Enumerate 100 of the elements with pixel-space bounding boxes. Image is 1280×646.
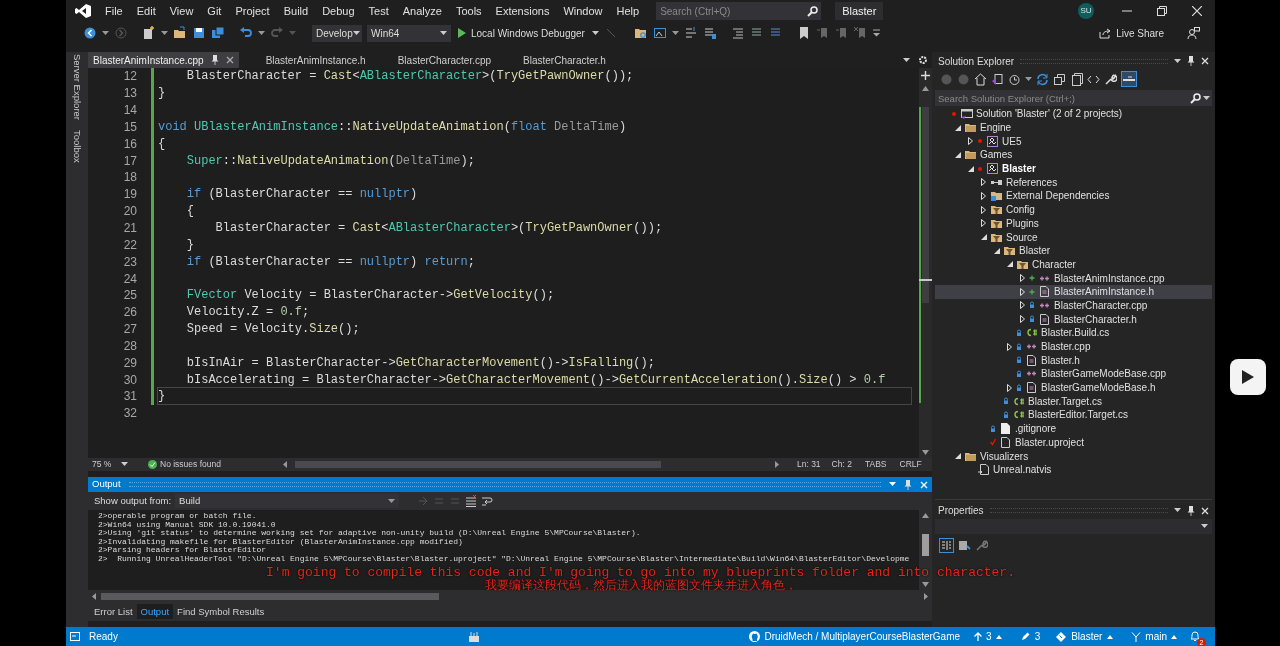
caret-icon[interactable] [1174, 508, 1181, 513]
repository-button[interactable]: DruidMech / MultiplayerCourseBlasterGame [749, 629, 961, 644]
scroll-down-icon[interactable] [922, 582, 929, 587]
indentation-indicator[interactable]: TABS [864, 458, 887, 471]
file-tab[interactable]: BlasterAnimInstance.cpp [88, 52, 239, 68]
collapsed-arrow-icon[interactable] [1007, 383, 1012, 392]
play-video-button[interactable] [1229, 359, 1266, 395]
side-tab[interactable]: Server Explorer [68, 54, 86, 120]
collapse-all-icon[interactable] [1053, 72, 1066, 86]
tree-item[interactable]: BlasterCharacter.h [935, 312, 1212, 326]
tree-item[interactable]: Blaster [935, 243, 1212, 258]
platform-dropdown[interactable]: Win64 [367, 24, 451, 42]
menu-item[interactable]: Project [228, 0, 277, 22]
menu-item[interactable]: Extensions [488, 0, 557, 22]
panel-tab[interactable]: Error List [90, 604, 137, 619]
scroll-left-icon[interactable] [92, 592, 96, 600]
tree-item[interactable]: BlasterGameModeBase.cpp [935, 367, 1212, 381]
changes-button[interactable]: 3 [1020, 629, 1041, 644]
pin-icon[interactable] [1187, 505, 1195, 516]
scroll-thumb[interactable] [922, 534, 929, 556]
clear-all-icon[interactable] [465, 495, 478, 507]
tree-item[interactable]: Blaster.uproject [935, 435, 1212, 450]
menu-item[interactable]: File [98, 0, 130, 22]
tree-item[interactable]: Blaster.Target.cs [935, 394, 1212, 409]
tree-item[interactable]: UE5 [935, 134, 1212, 149]
user-avatar[interactable]: SU [1078, 3, 1094, 19]
step-icon[interactable] [683, 26, 698, 40]
configuration-dropdown[interactable]: Develop [312, 24, 362, 42]
undo-icon[interactable] [239, 26, 253, 40]
project-button[interactable]: Blaster [1056, 629, 1114, 644]
tree-item[interactable]: Blaster.h [935, 353, 1212, 368]
push-button[interactable]: 3 [974, 629, 1002, 644]
build-icon[interactable] [467, 630, 480, 643]
expanded-arrow-icon[interactable] [954, 124, 961, 131]
open-folder-icon[interactable] [173, 26, 187, 40]
split-icon[interactable] [921, 71, 930, 80]
caret-icon[interactable] [352, 30, 360, 36]
home-icon[interactable] [974, 72, 987, 86]
save-all-icon[interactable] [211, 26, 225, 40]
tree-item[interactable]: Blaster.cpp [935, 339, 1212, 354]
caret-icon[interactable] [671, 30, 679, 36]
expanded-arrow-icon[interactable] [954, 453, 961, 460]
tree-item[interactable]: Unreal.natvis [935, 462, 1212, 477]
caret-icon[interactable] [903, 57, 910, 63]
vertical-scrollbar[interactable] [919, 68, 932, 458]
panel-tab[interactable]: Find Symbol Results [173, 604, 269, 619]
tree-item[interactable]: .gitignore [935, 421, 1212, 436]
search-field[interactable]: Search (Ctrl+Q) [656, 2, 804, 20]
caret-icon[interactable] [1025, 76, 1032, 82]
menu-item[interactable]: Git [200, 0, 229, 22]
file-tab[interactable]: BlasterCharacter.h [518, 52, 611, 68]
menu-item[interactable]: Help [609, 0, 647, 22]
overflow-icon[interactable] [872, 29, 880, 37]
tree-item[interactable]: Plugins [935, 216, 1212, 231]
settings-icon[interactable] [1104, 72, 1117, 86]
find-in-files-icon[interactable] [633, 26, 648, 40]
sync-icon[interactable] [1036, 72, 1049, 86]
caret-icon[interactable] [258, 30, 265, 36]
tree-item[interactable]: Config [935, 202, 1212, 217]
output-source-dropdown[interactable]: Build [175, 494, 400, 508]
menu-item[interactable]: Test [361, 0, 396, 22]
tree-item[interactable]: References [935, 175, 1212, 190]
caret-icon[interactable] [1174, 58, 1181, 64]
caret-icon[interactable] [388, 498, 396, 504]
collapsed-arrow-icon[interactable] [1007, 342, 1012, 351]
scroll-up-icon[interactable] [922, 86, 929, 91]
screenshot-icon[interactable] [652, 26, 667, 40]
outdent-icon[interactable] [730, 26, 745, 40]
show-all-files-icon[interactable] [1070, 72, 1083, 86]
back-icon[interactable] [83, 26, 97, 40]
scroll-thumb[interactable] [101, 592, 439, 600]
tree-item[interactable]: Engine [935, 120, 1212, 135]
scroll-down-icon[interactable] [922, 450, 929, 455]
new-item-icon[interactable] [142, 26, 156, 40]
tree-item[interactable]: BlasterEditor.Target.cs [935, 408, 1212, 422]
restore-icon[interactable] [1157, 6, 1167, 16]
pin-icon[interactable] [1187, 56, 1195, 66]
tree-item[interactable]: BlasterAnimInstance.cpp [935, 271, 1212, 285]
caret-icon[interactable] [440, 30, 447, 36]
tree-item[interactable]: BlasterGameModeBase.h [935, 380, 1212, 395]
tree-item[interactable]: Games [935, 148, 1212, 162]
tree-item[interactable]: Visualizers [935, 449, 1212, 463]
caret-icon[interactable] [121, 462, 128, 467]
file-tab[interactable]: BlasterCharacter.cpp [392, 52, 497, 68]
caret-icon[interactable] [161, 30, 168, 36]
word-wrap-icon[interactable] [481, 495, 494, 507]
history-icon[interactable] [1008, 72, 1021, 86]
scroll-right-icon[interactable] [924, 592, 928, 600]
collapsed-arrow-icon[interactable] [968, 137, 973, 146]
live-share-button[interactable]: Live Share [1099, 25, 1164, 41]
caret-icon[interactable] [102, 30, 109, 36]
tree-item[interactable]: External Dependencies [935, 189, 1212, 203]
feedback-icon[interactable] [1187, 26, 1200, 40]
output-window-icon[interactable] [70, 632, 80, 641]
scroll-thumb[interactable] [294, 461, 661, 468]
panel-tab[interactable]: Output [136, 604, 174, 619]
tree-item[interactable]: Character [935, 257, 1212, 272]
search-options-button[interactable] [1188, 90, 1212, 106]
save-icon[interactable] [192, 26, 206, 40]
start-debugging-button[interactable]: Local Windows Debugger [456, 24, 587, 42]
